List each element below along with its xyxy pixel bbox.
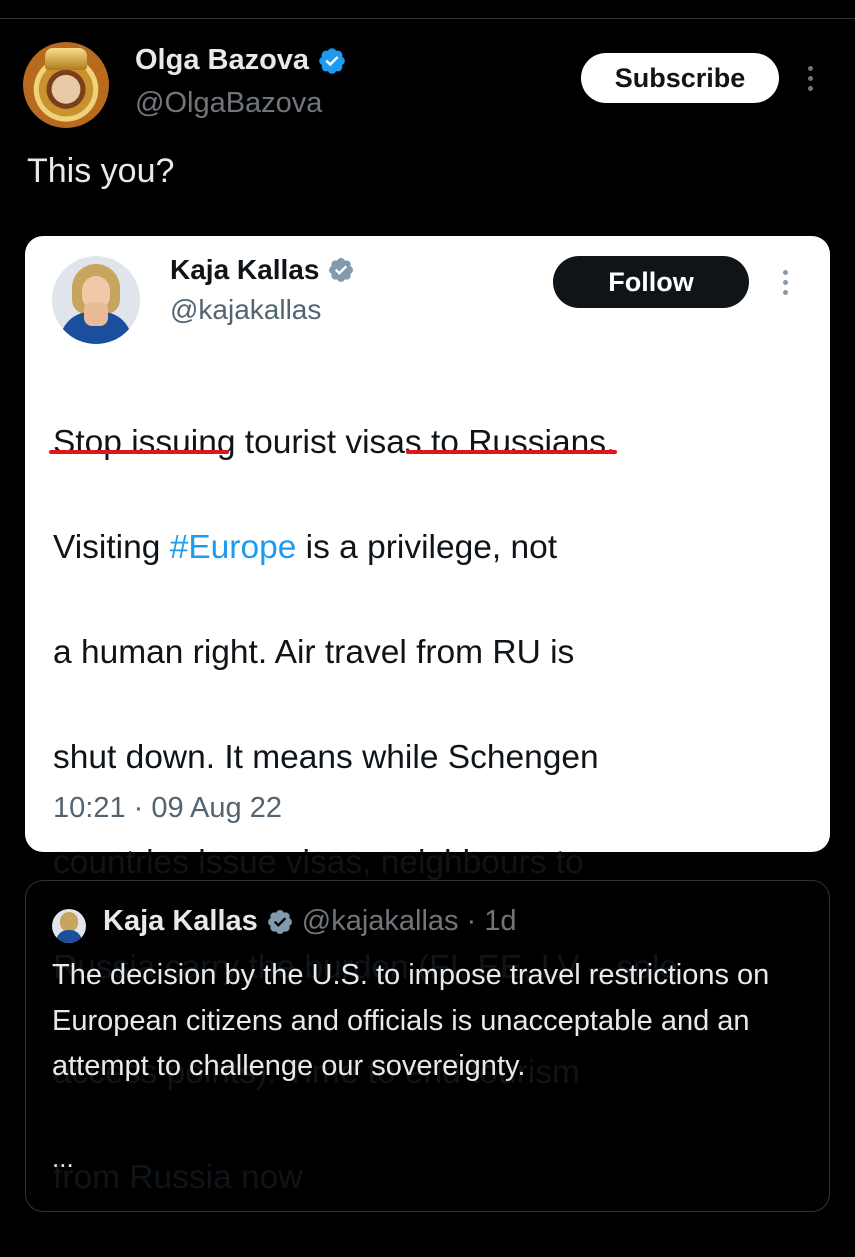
- subscribe-button[interactable]: Subscribe: [581, 53, 779, 103]
- red-underline-privilege: [406, 450, 617, 454]
- quoted-text: The decision by the U.S. to impose trave…: [52, 959, 770, 1082]
- body-line: shut down. It means while Schengen: [53, 738, 599, 776]
- verified-badge-icon: [327, 256, 355, 284]
- body-line: Stop issuing tourist visas to Russians.: [53, 423, 616, 461]
- follow-button: Follow: [553, 256, 749, 308]
- more-options-icon: [778, 268, 794, 298]
- embedded-handle: @kajakallas: [170, 294, 322, 325]
- quoted-handle[interactable]: @kajakallas: [302, 905, 459, 938]
- embedded-avatar: [52, 256, 140, 344]
- verified-badge-icon: [266, 908, 294, 936]
- verified-badge-icon: [317, 46, 347, 76]
- body-text: is a privilege, not: [296, 528, 558, 566]
- top-divider: [0, 18, 855, 19]
- quoted-tweet[interactable]: Kaja Kallas @kajakallas · 1d The decisio…: [25, 880, 830, 1212]
- author-name[interactable]: Olga Bazova: [135, 44, 309, 77]
- embedded-name-row: Kaja Kallas: [170, 254, 355, 286]
- author-handle[interactable]: @OlgaBazova: [135, 87, 322, 120]
- embedded-timestamp: 10:21 · 09 Aug 22: [53, 792, 282, 824]
- quoted-header: Kaja Kallas @kajakallas · 1d: [103, 905, 517, 938]
- body-text: Visiting: [53, 528, 170, 566]
- tweet-text: This you?: [27, 152, 175, 190]
- author-avatar[interactable]: [23, 42, 109, 128]
- quoted-age: · 1d: [466, 905, 517, 937]
- quoted-avatar[interactable]: [52, 909, 86, 943]
- embedded-name: Kaja Kallas: [170, 254, 320, 285]
- quoted-name[interactable]: Kaja Kallas: [103, 905, 258, 938]
- body-line-highlighted: Visiting #Europe is a privilege, not: [53, 522, 813, 575]
- red-underline-visiting: [49, 450, 229, 454]
- show-more-ellipsis[interactable]: ...: [52, 1143, 74, 1174]
- body-line: a human right. Air travel from RU is: [53, 633, 575, 671]
- hashtag-link: #Europe: [169, 528, 297, 566]
- more-options-icon[interactable]: [803, 64, 819, 94]
- author-name-row: Olga Bazova: [135, 44, 347, 77]
- embedded-tweet-image[interactable]: Kaja Kallas @kajakallas Follow Stop issu…: [25, 236, 830, 1196]
